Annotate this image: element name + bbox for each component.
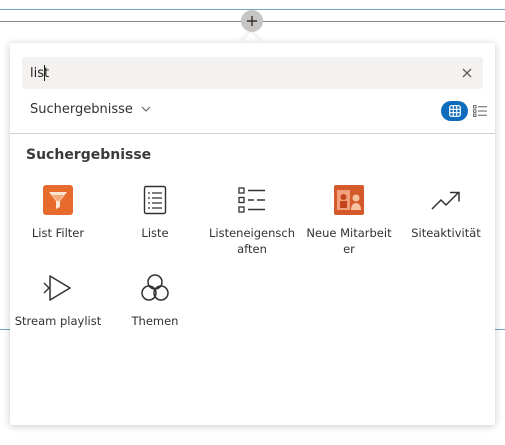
result-tile-stream-playlist[interactable]: Stream playlist [12, 272, 104, 329]
view-toggle [441, 101, 487, 121]
webpart-picker-panel: Suchergebnisse Suchergebnisse [10, 43, 495, 425]
result-tile-siteaktivitaet[interactable]: Siteaktivität [400, 184, 492, 241]
result-label: Neue Mitarbeiter [306, 226, 392, 256]
plus-icon [247, 16, 257, 26]
new-employees-icon [333, 184, 365, 216]
list-properties-icon [236, 184, 268, 216]
search-input[interactable] [30, 62, 450, 84]
result-label: Listeneigenschaften [208, 226, 295, 256]
result-label: Siteaktivität [411, 226, 481, 240]
list-view-icon [473, 105, 487, 117]
trend-arrow-icon [430, 184, 462, 216]
list-view-button[interactable] [468, 101, 487, 121]
list-document-icon [139, 184, 171, 216]
funnel-icon [42, 184, 74, 216]
section-title: Suchergebnisse [26, 147, 152, 163]
result-tile-themen[interactable]: Themen [109, 272, 201, 329]
result-label: Stream playlist [14, 314, 102, 328]
add-webpart-button[interactable] [241, 10, 263, 32]
topics-icon [139, 272, 171, 304]
grid-view-icon [448, 105, 461, 117]
result-tile-neue-mitarbeiter[interactable]: Neue Mitarbeiter [303, 184, 395, 257]
close-icon [462, 68, 472, 78]
search-box[interactable] [22, 57, 483, 89]
result-tile-list-filter[interactable]: List Filter [12, 184, 104, 241]
text-caret [44, 65, 45, 81]
result-tile-liste[interactable]: Liste [109, 184, 201, 241]
category-dropdown-label: Suchergebnisse [30, 101, 133, 117]
chevron-down-icon [141, 106, 151, 112]
stream-play-icon [42, 272, 74, 304]
header-divider [10, 133, 495, 134]
category-dropdown[interactable]: Suchergebnisse [30, 99, 151, 119]
grid-view-button[interactable] [441, 101, 468, 121]
result-label: List Filter [31, 226, 85, 240]
result-label: Themen [131, 314, 179, 328]
result-label: Liste [141, 226, 169, 240]
result-tile-listeneigenschaften[interactable]: Listeneigenschaften [206, 184, 298, 257]
clear-search-button[interactable] [459, 65, 475, 81]
